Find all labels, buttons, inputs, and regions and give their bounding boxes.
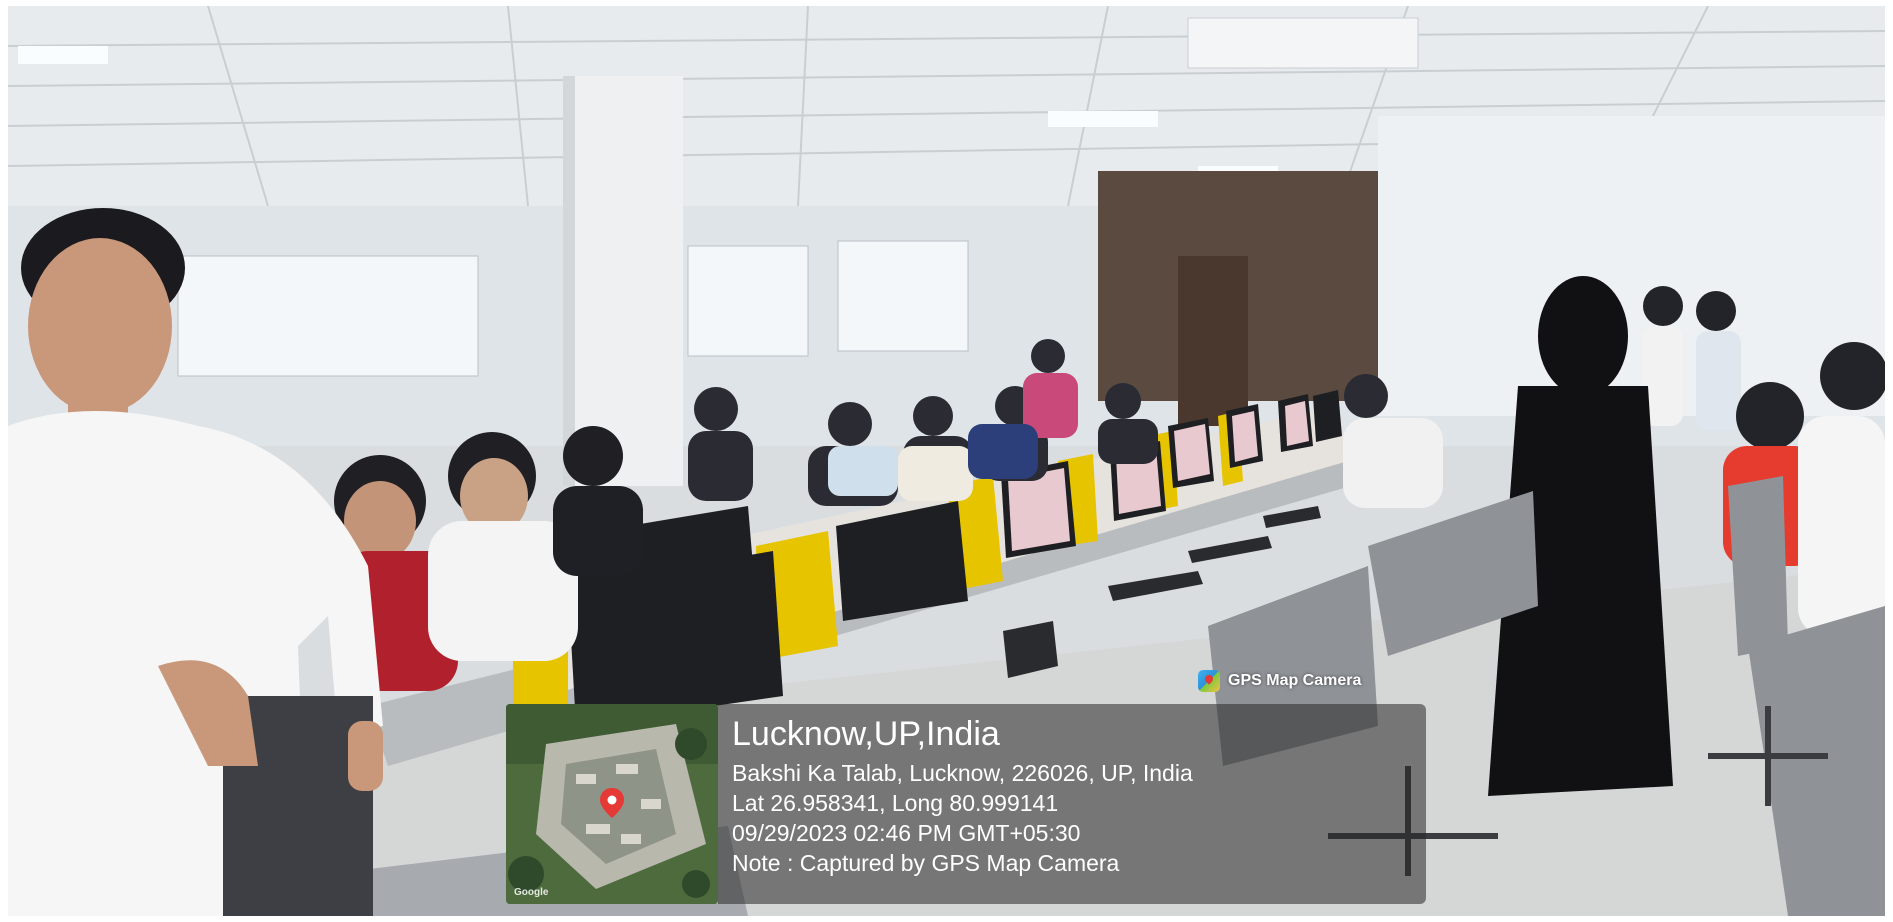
gps-info-card: Google Lucknow,UP,India Bakshi Ka Talab,…: [506, 704, 1426, 904]
map-pin-icon: [600, 788, 624, 818]
location-coordinates: Lat 26.958341, Long 80.999141: [732, 790, 1059, 816]
gps-camera-badge: GPS Map Camera: [1198, 666, 1361, 696]
location-place: Lucknow,UP,India: [732, 715, 1000, 753]
capture-note: Note : Captured by GPS Map Camera: [732, 850, 1120, 876]
gps-app-name: GPS Map Camera: [1228, 672, 1362, 689]
location-address: Bakshi Ka Talab, Lucknow, 226026, UP, In…: [732, 760, 1193, 786]
capture-datetime: 09/29/2023 02:46 PM GMT+05:30: [732, 820, 1081, 846]
computer-lab-photo: GPS Map Camera Google Lucknow,UP,India B…: [8, 6, 1885, 916]
map-attribution: Google: [514, 887, 549, 898]
gps-text-panel: Lucknow,UP,India Bakshi Ka Talab, Luckno…: [718, 704, 1426, 904]
satellite-map-thumbnail: Google: [506, 704, 718, 904]
gps-map-camera-icon: [1198, 670, 1220, 692]
